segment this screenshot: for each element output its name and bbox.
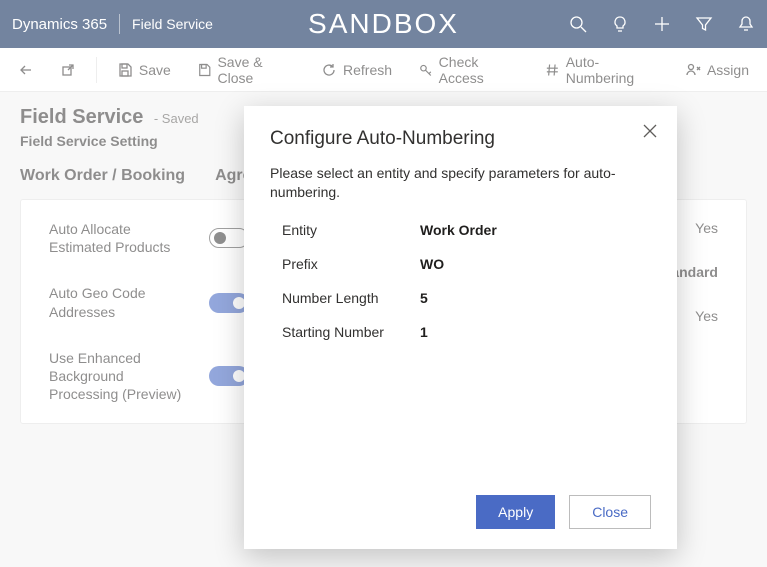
dialog-description: Please select an entity and specify para…: [270, 164, 651, 202]
dialog-field-prefix: Prefix WO: [270, 256, 651, 272]
length-value[interactable]: 5: [420, 290, 428, 306]
start-label: Starting Number: [270, 324, 420, 340]
start-value[interactable]: 1: [420, 324, 428, 340]
dialog-field-entity: Entity Work Order: [270, 222, 651, 238]
dialog-field-length: Number Length 5: [270, 290, 651, 306]
apply-button[interactable]: Apply: [476, 495, 555, 529]
dialog-title: Configure Auto-Numbering: [270, 128, 651, 150]
dialog-close-button[interactable]: [643, 124, 657, 143]
entity-value[interactable]: Work Order: [420, 222, 497, 238]
prefix-value[interactable]: WO: [420, 256, 444, 272]
dialog-field-start: Starting Number 1: [270, 324, 651, 340]
entity-label: Entity: [270, 222, 420, 238]
auto-numbering-dialog: Configure Auto-Numbering Please select a…: [244, 106, 677, 549]
length-label: Number Length: [270, 290, 420, 306]
close-icon: [643, 124, 657, 138]
prefix-label: Prefix: [270, 256, 420, 272]
close-button[interactable]: Close: [569, 495, 651, 529]
